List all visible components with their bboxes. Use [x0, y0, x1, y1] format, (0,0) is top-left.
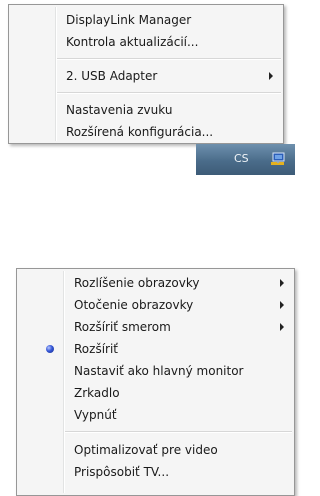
displaylink-tray-menu: DisplayLink Manager Kontrola aktualizáci… — [8, 4, 284, 144]
menu-item-displaylink-manager[interactable]: DisplayLink Manager — [9, 9, 283, 31]
submenu-arrow-icon — [280, 279, 284, 287]
displaylink-monitor-icon[interactable] — [270, 151, 286, 167]
monitor-context-menu: Rozlíšenie obrazovky Otočenie obrazovky … — [16, 268, 295, 496]
menu-item-label: Optimalizovať pre video — [74, 443, 218, 457]
menu-item-label: 2. USB Adapter — [66, 69, 158, 83]
menu-item-off[interactable]: Vypnúť — [17, 404, 294, 426]
menu-item-screen-resolution[interactable]: Rozlíšenie obrazovky — [17, 272, 294, 294]
menu-item-label: Prispôsobiť TV... — [74, 465, 170, 479]
menu-item-label: Rozšíriť smerom — [74, 320, 171, 334]
submenu-arrow-icon — [269, 72, 273, 80]
menu-item-label: DisplayLink Manager — [66, 13, 192, 27]
selected-radio-icon — [46, 345, 54, 353]
menu-item-label: Nastavenia zvuku — [66, 103, 173, 117]
menu-item-check-updates[interactable]: Kontrola aktualizácií... — [9, 31, 283, 53]
menu-separator — [65, 431, 292, 433]
menu-separator — [57, 92, 281, 94]
menu-item-label: Otočenie obrazovky — [74, 298, 194, 312]
menu-item-label: Zrkadlo — [74, 386, 120, 400]
menu-item-sound-settings[interactable]: Nastavenia zvuku — [9, 99, 283, 121]
menu-separator — [57, 58, 281, 60]
menu-item-label: Nastaviť ako hlavný monitor — [74, 364, 244, 378]
language-indicator[interactable]: CS — [234, 152, 249, 165]
submenu-arrow-icon — [280, 323, 284, 331]
menu-item-optimize-video[interactable]: Optimalizovať pre video — [17, 439, 294, 461]
menu-item-advanced-config[interactable]: Rozšírená konfigurácia... — [9, 121, 283, 143]
menu-item-label: Rozlíšenie obrazovky — [74, 276, 200, 290]
menu-item-label: Kontrola aktualizácií... — [66, 35, 199, 49]
menu-item-extend-direction[interactable]: Rozšíriť smerom — [17, 316, 294, 338]
menu-item-label: Rozšírená konfigurácia... — [66, 125, 214, 139]
menu-item-set-primary[interactable]: Nastaviť ako hlavný monitor — [17, 360, 294, 382]
menu-item-label: Rozšíriť — [74, 342, 118, 356]
menu-item-mirror[interactable]: Zrkadlo — [17, 382, 294, 404]
menu-item-fit-tv[interactable]: Prispôsobiť TV... — [17, 461, 294, 483]
menu-item-extend[interactable]: Rozšíriť — [17, 338, 294, 360]
taskbar: CS — [196, 144, 295, 175]
menu-item-screen-rotation[interactable]: Otočenie obrazovky — [17, 294, 294, 316]
menu-item-label: Vypnúť — [74, 408, 117, 422]
menu-item-usb-adapter[interactable]: 2. USB Adapter — [9, 65, 283, 87]
submenu-arrow-icon — [280, 301, 284, 309]
